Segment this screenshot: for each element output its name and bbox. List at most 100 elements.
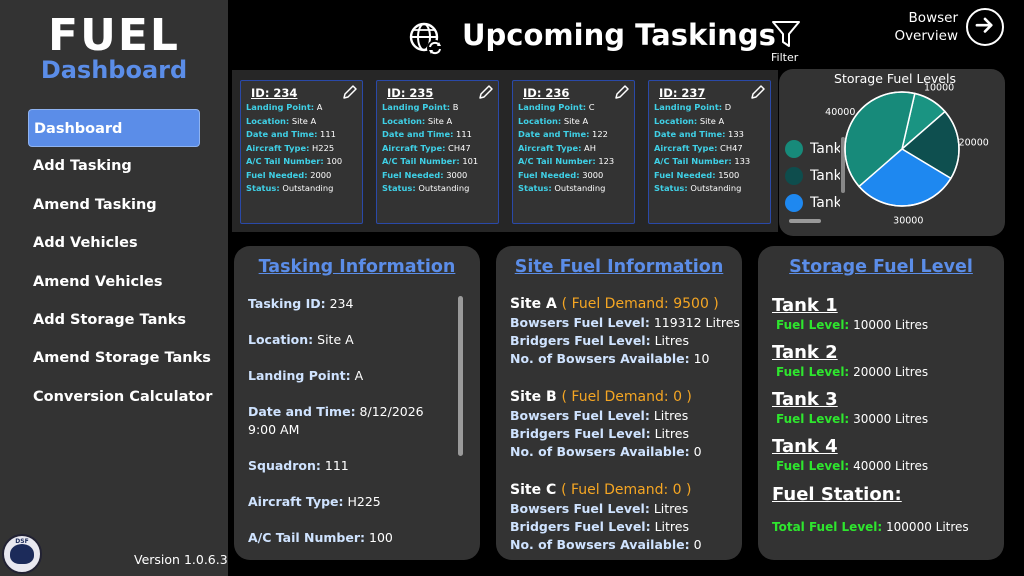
globe-sync-icon[interactable] xyxy=(408,21,444,57)
sidebar-item-add-storage-tanks[interactable]: Add Storage Tanks xyxy=(28,301,200,339)
tail-number-value: 100 xyxy=(326,156,343,166)
total-fuel-row: Total Fuel Level: 100000 Litres xyxy=(772,520,969,534)
bowsers-available-row: No. of Bowsers Available: 10 xyxy=(510,351,709,367)
field-label: Fuel Needed: xyxy=(518,169,580,180)
fuel-station-heading: Fuel Station: xyxy=(772,484,902,505)
storage-fuel-chart-card: Storage Fuel Levels Tank 1 Tank 2 Tank 3… xyxy=(779,69,1005,236)
tasking-card[interactable]: ID: 234 Landing Point: A Location: Site … xyxy=(240,80,363,224)
edit-pencil-icon[interactable] xyxy=(478,84,494,100)
site-heading: Site A ( Fuel Demand: 9500 ) xyxy=(510,296,719,312)
sidebar-item-amend-storage-tanks[interactable]: Amend Storage Tanks xyxy=(28,339,211,377)
status-value: Outstanding xyxy=(418,183,470,193)
landing-point-value: B xyxy=(452,102,459,112)
site-fuel-information-panel: Site Fuel Information Site A ( Fuel Dema… xyxy=(496,246,742,560)
aircraft-type-value: H225 xyxy=(312,142,335,153)
fuel-demand: ( Fuel Demand: 0 ) xyxy=(561,482,692,498)
sidebar-nav: Dashboard Add Tasking Amend Tasking Add … xyxy=(28,109,212,416)
tasking-card[interactable]: ID: 236 Landing Point: C Location: Site … xyxy=(512,80,635,224)
field-label: Location: xyxy=(248,332,314,347)
tasking-information-title[interactable]: Tasking Information xyxy=(234,257,480,277)
bowsers-row: Bowsers Fuel Level: 119312 Litres xyxy=(510,315,740,331)
filter-label[interactable]: Filter xyxy=(771,51,798,64)
app-subtitle: Dashboard xyxy=(40,56,188,84)
field-value: 20000 Litres xyxy=(853,365,929,379)
field-label: A/C Tail Number: xyxy=(248,530,366,545)
sidebar-item-dashboard[interactable]: Dashboard xyxy=(28,109,200,148)
landing-point-value: A xyxy=(316,102,323,112)
field-label: Aircraft Type: xyxy=(518,142,582,153)
field-label: Date and Time: xyxy=(654,129,726,139)
edit-pencil-icon[interactable] xyxy=(750,84,766,100)
field-value: Litres xyxy=(654,333,689,348)
bridgers-row: Bridgers Fuel Level: Litres xyxy=(510,519,689,535)
bowsers-available-row: No. of Bowsers Available: 0 xyxy=(510,537,702,553)
field-label: Aircraft Type: xyxy=(246,142,310,153)
landing-point-row: Landing Point: A xyxy=(248,367,453,385)
badge-emblem xyxy=(10,544,34,564)
status-value: Outstanding xyxy=(554,183,606,193)
pie-slice-label: 40000 xyxy=(825,107,855,118)
site-name: Site B xyxy=(510,389,557,405)
field-value: 100 xyxy=(369,530,393,545)
site-fuel-information-title[interactable]: Site Fuel Information xyxy=(496,257,742,277)
edit-pencil-icon[interactable] xyxy=(614,84,630,100)
sidebar-item-amend-tasking[interactable]: Amend Tasking xyxy=(28,186,200,224)
field-label: Bridgers Fuel Level: xyxy=(510,426,651,441)
field-label: Bowsers Fuel Level: xyxy=(510,501,650,516)
field-value: 10 xyxy=(693,351,710,366)
pie-slice-label: 30000 xyxy=(893,216,923,227)
aircraft-type-value: CH47 xyxy=(720,142,743,153)
field-value: Site A xyxy=(317,332,354,347)
sidebar-item-amend-vehicles[interactable]: Amend Vehicles xyxy=(28,263,200,301)
tasking-information-panel: Tasking Information Tasking ID: 234 Loca… xyxy=(234,246,480,560)
sidebar-item-add-vehicles[interactable]: Add Vehicles xyxy=(28,224,200,262)
field-value: 30000 Litres xyxy=(853,412,929,426)
fuel-needed-value: 2000 xyxy=(310,169,332,180)
tasking-card[interactable]: ID: 235 Landing Point: B Location: Site … xyxy=(376,80,499,224)
bowser-overview-label[interactable]: Bowser Overview xyxy=(880,9,958,45)
storage-fuel-level-title[interactable]: Storage Fuel Level xyxy=(758,257,1004,277)
field-label: Fuel Needed: xyxy=(246,169,308,180)
field-label: Location: xyxy=(382,115,426,126)
sidebar: FUEL Dashboard Dashboard Add Tasking Ame… xyxy=(0,0,228,576)
fuel-needed-value: 3000 xyxy=(446,169,468,180)
field-label: Status: xyxy=(518,183,552,193)
field-label: Status: xyxy=(382,183,416,193)
field-label: No. of Bowsers Available: xyxy=(510,351,690,366)
field-value: 0 xyxy=(693,444,702,459)
bowser-overview-line2: Overview xyxy=(894,28,958,44)
sidebar-item-conversion-calculator[interactable]: Conversion Calculator xyxy=(28,378,212,416)
field-label: Aircraft Type: xyxy=(654,142,718,153)
field-value: A xyxy=(354,368,364,383)
sidebar-item-add-tasking[interactable]: Add Tasking xyxy=(28,147,200,185)
field-value: Litres xyxy=(653,408,689,423)
filter-icon[interactable] xyxy=(771,19,801,49)
tank-level-row: Fuel Level: 10000 Litres xyxy=(776,318,928,332)
field-label: Date and Time: xyxy=(246,129,318,139)
location-row: Location: Site A xyxy=(248,331,453,349)
pie-slice-label: 10000 xyxy=(924,82,954,93)
field-label: Fuel Level: xyxy=(776,459,850,473)
field-value: 0 xyxy=(693,537,702,552)
field-label: Aircraft Type: xyxy=(248,494,344,509)
tail-number-value: 133 xyxy=(734,156,751,166)
edit-pencil-icon[interactable] xyxy=(342,84,358,100)
tasking-info-scrollbar[interactable] xyxy=(458,296,463,456)
tank-level-row: Fuel Level: 40000 Litres xyxy=(776,459,928,473)
field-label: Landing Point: xyxy=(382,102,451,112)
arrow-right-circle-icon[interactable] xyxy=(966,8,1004,46)
field-label: Total Fuel Level: xyxy=(772,520,883,534)
field-label: Squadron: xyxy=(248,458,321,473)
location-value: Site A xyxy=(291,115,317,126)
field-label: Location: xyxy=(654,115,698,126)
tasking-card[interactable]: ID: 237 Landing Point: D Location: Site … xyxy=(648,80,771,224)
pie-chart: 10000 20000 30000 40000 xyxy=(825,82,989,227)
field-label: Aircraft Type: xyxy=(382,142,446,153)
field-label: Location: xyxy=(518,115,562,126)
field-label: Date and Time: xyxy=(382,129,454,139)
location-value: Site A xyxy=(427,115,453,126)
field-value: 234 xyxy=(329,296,354,311)
storage-fuel-level-panel: Storage Fuel Level Tank 1 Fuel Level: 10… xyxy=(758,246,1004,560)
landing-point-value: C xyxy=(588,102,595,112)
field-label: A/C Tail Number: xyxy=(654,156,732,166)
